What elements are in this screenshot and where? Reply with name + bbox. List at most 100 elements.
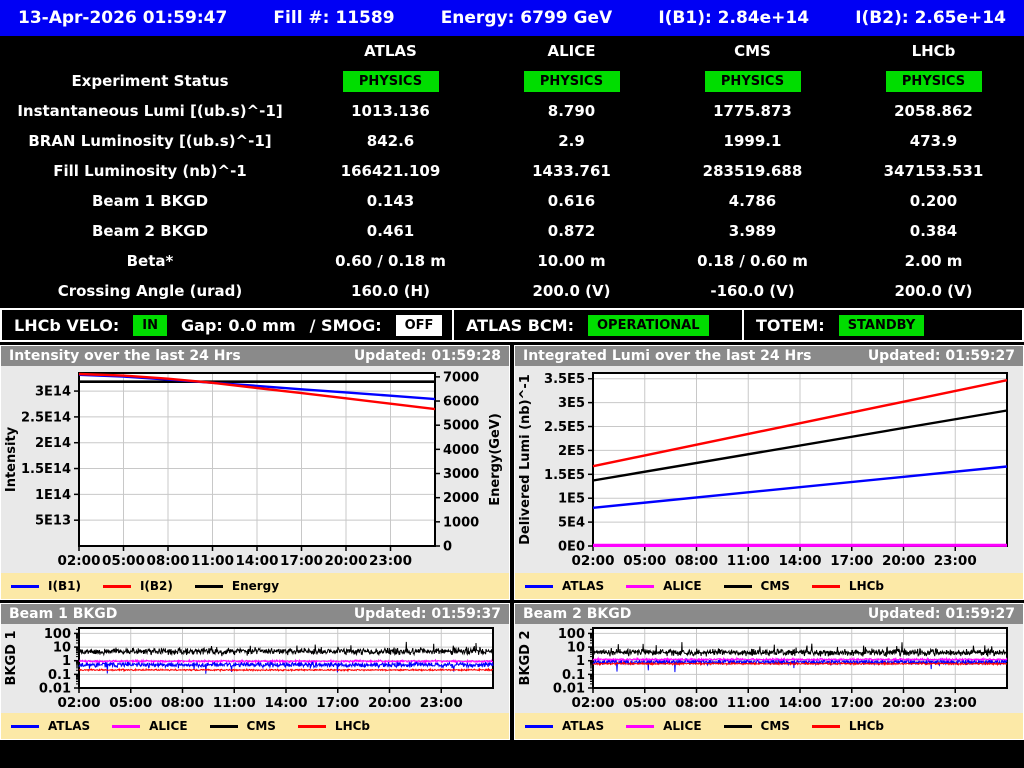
svg-text:02:00: 02:00 [58,553,101,569]
panel-beam1-bkgd: Beam 1 BKGDUpdated: 01:59:371001010.10.0… [0,603,510,740]
legend-label: Energy [232,579,279,593]
datetime-label: 13-Apr-2026 01:59:47 [18,8,227,28]
column-header-lhcb: LHCb [843,42,1024,60]
legend-swatch [103,585,131,588]
svg-text:1.5E5: 1.5E5 [544,468,585,483]
svg-text:02:00: 02:00 [58,695,101,711]
row-label: Fill Luminosity (nb)^-1 [0,162,300,180]
chart-legend: ATLASALICECMSLHCb [1,713,509,739]
svg-text:20:00: 20:00 [368,695,411,711]
table-cell: 8.790 [481,102,662,120]
table-cell: 0.18 / 0.60 m [662,252,843,270]
svg-text:4000: 4000 [443,443,479,458]
svg-text:17:00: 17:00 [316,695,359,711]
table-cell: 0.616 [481,192,662,210]
status-section-lhcb-velo: LHCb VELO:INGap: 0.0 mm/ SMOG:OFF [2,310,454,340]
legend-swatch [195,585,223,588]
svg-text:23:00: 23:00 [420,695,463,711]
legend-item: LHCb [298,719,370,733]
row-label: Beta* [0,252,300,270]
status-badge-operational: OPERATIONAL [588,315,709,336]
beam2-intensity-label: I(B2): 2.65e+14 [855,8,1006,28]
legend-label: ALICE [663,719,701,733]
legend-label: ATLAS [562,719,604,733]
svg-text:05:00: 05:00 [623,553,666,569]
chart-title: Intensity over the last 24 Hrs [9,348,241,364]
svg-text:1E14: 1E14 [35,488,71,503]
svg-text:3.5E5: 3.5E5 [544,372,585,387]
experiment-status-table: ATLASALICECMSLHCbExperiment StatusPHYSIC… [0,36,1024,306]
legend-item: CMS [210,719,276,733]
legend-item: LHCb [812,579,884,593]
table-cell: PHYSICS [843,71,1024,92]
legend-label: I(B1) [48,579,81,593]
svg-text:05:00: 05:00 [109,695,152,711]
chart-updated-time: Updated: 01:59:27 [868,348,1015,364]
legend-swatch [210,725,238,728]
legend-item: ATLAS [525,719,604,733]
table-cell: 0.143 [300,192,481,210]
status-badge-standby: STANDBY [839,315,925,336]
legend-label: CMS [761,719,790,733]
svg-text:11:00: 11:00 [213,695,256,711]
svg-text:14:00: 14:00 [236,553,279,569]
row-label: BRAN Luminosity [(ub.s)^-1] [0,132,300,150]
svg-text:6000: 6000 [443,395,479,410]
row-label: Beam 1 BKGD [0,192,300,210]
svg-text:0: 0 [443,540,452,555]
panel-beam2-bkgd: Beam 2 BKGDUpdated: 01:59:271001010.10.0… [514,603,1024,740]
status-label: ATLAS BCM: [466,316,574,335]
chart-legend: ATLASALICECMSLHCb [515,573,1023,599]
table-cell: 200.0 (V) [843,282,1024,300]
left-axis-title: BKGD 2 [518,630,533,685]
legend-label: ATLAS [562,579,604,593]
table-cell: 0.200 [843,192,1024,210]
table-cell: 1013.136 [300,102,481,120]
svg-text:5E4: 5E4 [558,516,585,531]
column-header-atlas: ATLAS [300,42,481,60]
table-cell: 1999.1 [662,132,843,150]
svg-text:1.5E14: 1.5E14 [21,462,71,477]
status-section-atlas-bcm: ATLAS BCM: OPERATIONAL [454,310,744,340]
legend-swatch [626,585,654,588]
chart-updated-time: Updated: 01:59:27 [868,606,1015,622]
svg-text:20:00: 20:00 [882,695,925,711]
status-badge: PHYSICS [886,71,982,92]
beam2-bkgd-plot: 1001010.10.0102:0005:0008:0011:0014:0017… [515,624,1023,713]
svg-text:02:00: 02:00 [572,695,615,711]
fill-number-label: Fill #: 11589 [273,8,394,28]
table-cell: 1433.761 [481,162,662,180]
table-cell: 2.9 [481,132,662,150]
table-cell: PHYSICS [481,71,662,92]
table-cell: 1775.873 [662,102,843,120]
svg-text:7000: 7000 [443,370,479,385]
legend-swatch [298,725,326,728]
svg-text:08:00: 08:00 [147,553,190,569]
table-cell: 3.989 [662,222,843,240]
legend-item: ALICE [112,719,187,733]
status-badge-off: OFF [396,315,443,336]
table-cell: 473.9 [843,132,1024,150]
svg-text:02:00: 02:00 [572,553,615,569]
legend-swatch [11,585,39,588]
legend-swatch [812,585,840,588]
svg-text:20:00: 20:00 [325,553,368,569]
table-cell: 347153.531 [843,162,1024,180]
status-badge: PHYSICS [705,71,801,92]
table-cell: 200.0 (V) [481,282,662,300]
svg-text:2.5E14: 2.5E14 [21,410,71,425]
status-badge: PHYSICS [524,71,620,92]
integrated-lumi-24h-plot: 0E05E41E51.5E52E52.5E53E53.5E502:0005:00… [515,366,1023,573]
legend-label: LHCb [849,579,884,593]
svg-text:05:00: 05:00 [102,553,145,569]
svg-text:23:00: 23:00 [934,553,977,569]
svg-text:1000: 1000 [443,515,479,530]
svg-text:3E5: 3E5 [558,396,585,411]
svg-text:2.5E5: 2.5E5 [544,420,585,435]
legend-item: ALICE [626,579,701,593]
svg-text:23:00: 23:00 [934,695,977,711]
panel-integrated-lumi-24h: Integrated Lumi over the last 24 HrsUpda… [514,345,1024,600]
svg-text:08:00: 08:00 [675,695,718,711]
panel-title-bar: Beam 2 BKGDUpdated: 01:59:27 [515,604,1023,624]
table-cell: 166421.109 [300,162,481,180]
